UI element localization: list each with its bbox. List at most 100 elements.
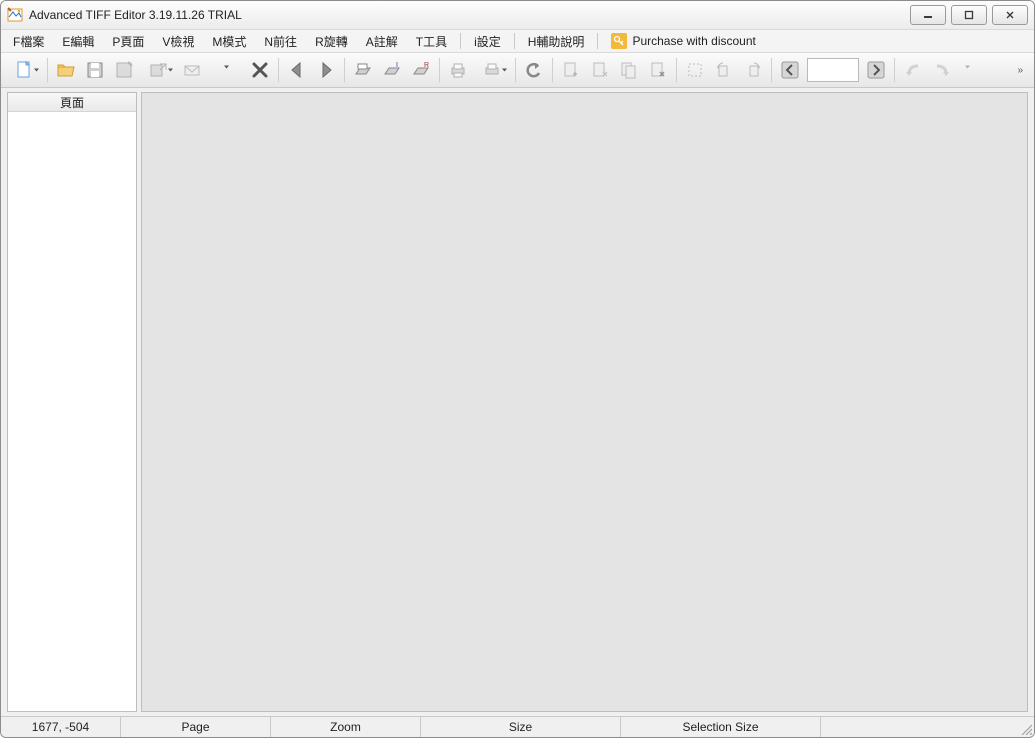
- minimize-icon: [923, 10, 933, 20]
- undo-icon: [524, 60, 544, 80]
- page-add-button[interactable]: [557, 56, 585, 84]
- scan-icon: [353, 60, 373, 80]
- dropdown-icon: [501, 67, 508, 74]
- toolbar-separator: [771, 58, 772, 82]
- menu-settings[interactable]: i設定: [466, 31, 509, 52]
- status-zoom: Zoom: [271, 717, 421, 737]
- window-title: Advanced TIFF Editor 3.19.11.26 TRIAL: [29, 8, 242, 22]
- page-replace-button[interactable]: [615, 56, 643, 84]
- save-icon: [85, 60, 105, 80]
- save-button[interactable]: [81, 56, 109, 84]
- redo-right-button[interactable]: [928, 56, 956, 84]
- resize-grip-icon[interactable]: [1014, 717, 1034, 737]
- page-prev-button[interactable]: [776, 56, 804, 84]
- toolbar-separator: [439, 58, 440, 82]
- toolbar: I R: [1, 53, 1034, 88]
- toolbar-separator: [894, 58, 895, 82]
- page-next-button[interactable]: [862, 56, 890, 84]
- export-button[interactable]: [139, 56, 177, 84]
- pages-panel-header: 頁面: [8, 93, 136, 112]
- next-icon: [316, 60, 336, 80]
- page-number-input[interactable]: [807, 58, 859, 82]
- status-bar: 1677, -504 Page Zoom Size Selection Size: [1, 716, 1034, 737]
- menu-annot[interactable]: A註解: [358, 31, 406, 52]
- menu-separator: [514, 33, 515, 49]
- page-insert-icon: [590, 60, 610, 80]
- new-button[interactable]: [5, 56, 43, 84]
- scan-replace-button[interactable]: R: [407, 56, 435, 84]
- crop-icon: [685, 60, 705, 80]
- dropdown-icon: [167, 67, 174, 74]
- mail-button[interactable]: [178, 56, 206, 84]
- page-insert-button[interactable]: [586, 56, 614, 84]
- next-button[interactable]: [312, 56, 340, 84]
- app-icon: [7, 7, 23, 23]
- menu-separator: [597, 33, 598, 49]
- dropdown-icon: [223, 63, 230, 70]
- curved-right-icon: [932, 60, 952, 80]
- dropdown-icon: [33, 67, 40, 74]
- mail-icon: [182, 60, 202, 80]
- close-button[interactable]: [992, 5, 1028, 25]
- menu-view[interactable]: V檢視: [154, 31, 202, 52]
- rotate-left-icon: [714, 60, 734, 80]
- scan-replace-icon: R: [411, 60, 431, 80]
- toolbar-overflow-button[interactable]: »: [1011, 65, 1030, 76]
- rotate-right-button[interactable]: [739, 56, 767, 84]
- title-bar: Advanced TIFF Editor 3.19.11.26 TRIAL: [1, 1, 1034, 29]
- status-size: Size: [421, 717, 621, 737]
- curved-left-icon: [903, 60, 923, 80]
- dropdown-icon: [964, 63, 971, 70]
- menu-rotate[interactable]: R旋轉: [307, 31, 356, 52]
- open-button[interactable]: [52, 56, 80, 84]
- status-selection: Selection Size: [621, 717, 821, 737]
- pages-panel-list[interactable]: [8, 112, 136, 711]
- window-controls: [905, 5, 1028, 25]
- menu-purchase[interactable]: Purchase with discount: [603, 31, 763, 51]
- new-icon: [14, 60, 34, 80]
- rotate-right-icon: [743, 60, 763, 80]
- delete-icon: [251, 61, 269, 79]
- print-all-button[interactable]: [473, 56, 511, 84]
- maximize-button[interactable]: [951, 5, 987, 25]
- menu-page[interactable]: P頁面: [104, 31, 152, 52]
- scan-button[interactable]: [349, 56, 377, 84]
- page-replace-icon: [619, 60, 639, 80]
- save-as-button[interactable]: [110, 56, 138, 84]
- menu-tools[interactable]: T工具: [408, 31, 455, 52]
- redo-left-button[interactable]: [899, 56, 927, 84]
- menu-file[interactable]: F檔案: [5, 31, 52, 52]
- redo-dropdown[interactable]: [957, 56, 977, 84]
- workspace: 頁面: [1, 88, 1034, 716]
- toolbar-separator: [278, 58, 279, 82]
- pages-panel: 頁面: [7, 92, 137, 712]
- scan-insert-button[interactable]: I: [378, 56, 406, 84]
- page-delete-button[interactable]: [644, 56, 672, 84]
- print-icon: [448, 60, 468, 80]
- svg-text:I: I: [396, 62, 398, 69]
- menu-edit[interactable]: E編輯: [54, 31, 102, 52]
- undo-button[interactable]: [520, 56, 548, 84]
- svg-text:R: R: [424, 62, 429, 69]
- delete-button[interactable]: [246, 56, 274, 84]
- toolbar-separator: [676, 58, 677, 82]
- image-canvas[interactable]: [141, 92, 1028, 712]
- page-prev-icon: [780, 60, 800, 80]
- status-page: Page: [121, 717, 271, 737]
- toolbar-separator: [47, 58, 48, 82]
- prev-button[interactable]: [283, 56, 311, 84]
- menu-bar: F檔案 E編輯 P頁面 V檢視 M模式 N前往 R旋轉 A註解 T工具 i設定 …: [1, 29, 1034, 53]
- rotate-left-button[interactable]: [710, 56, 738, 84]
- menu-help[interactable]: H輔助說明: [520, 31, 593, 52]
- minimize-button[interactable]: [910, 5, 946, 25]
- key-icon: [611, 33, 627, 49]
- crop-button[interactable]: [681, 56, 709, 84]
- export-icon: [148, 60, 168, 80]
- menu-purchase-label: Purchase with discount: [632, 34, 755, 48]
- mail-dropdown-button[interactable]: [207, 56, 245, 84]
- toolbar-separator: [515, 58, 516, 82]
- prev-icon: [287, 60, 307, 80]
- menu-goto[interactable]: N前往: [256, 31, 305, 52]
- menu-mode[interactable]: M模式: [204, 31, 254, 52]
- print-button[interactable]: [444, 56, 472, 84]
